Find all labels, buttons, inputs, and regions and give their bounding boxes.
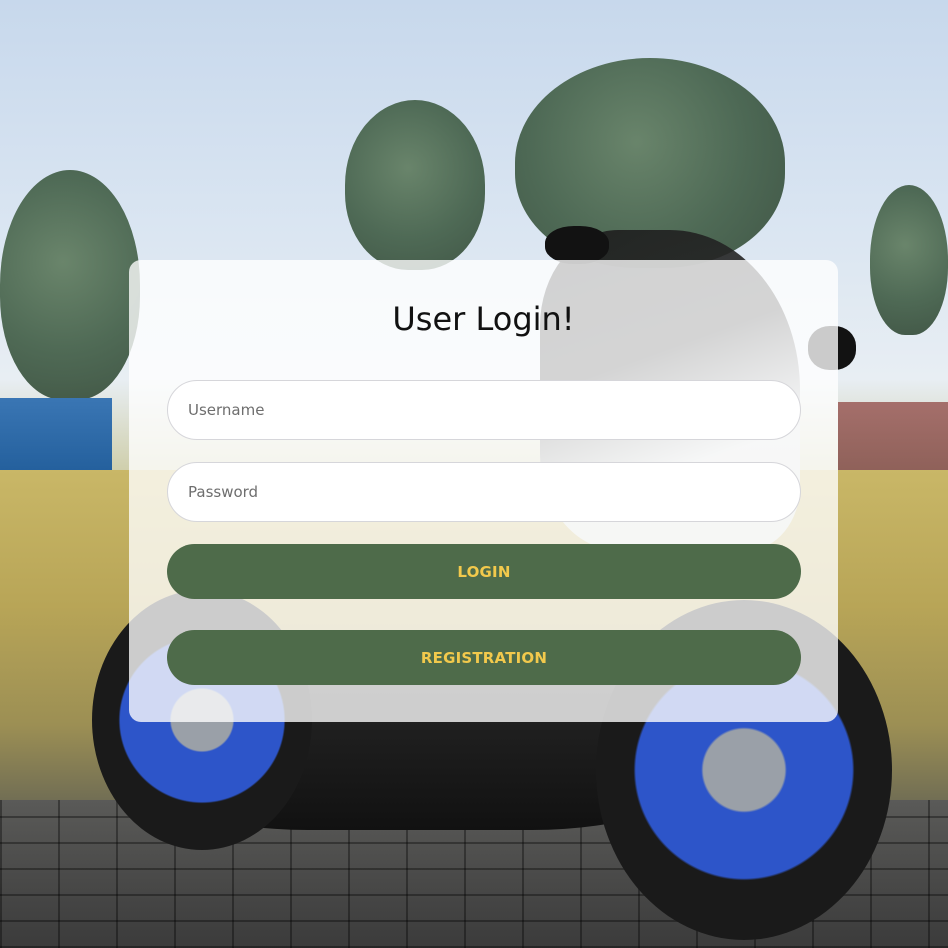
tree-center [345, 100, 485, 270]
registration-button[interactable]: REGISTRATION [167, 630, 801, 685]
tree-left [0, 170, 140, 400]
login-button[interactable]: LOGIN [167, 544, 801, 599]
username-input[interactable] [167, 380, 801, 440]
password-input[interactable] [167, 462, 801, 522]
login-card: User Login! LOGIN REGISTRATION [129, 260, 838, 722]
tree-far-right [870, 185, 948, 335]
blue-wall [0, 398, 112, 474]
login-page: User Login! LOGIN REGISTRATION [0, 0, 948, 948]
mirror-left [545, 226, 609, 264]
login-title: User Login! [392, 300, 575, 338]
